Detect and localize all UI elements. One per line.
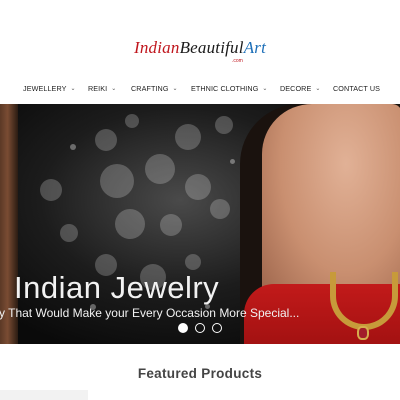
slider-dot-2[interactable] [195, 323, 205, 333]
chevron-down-icon: ⌄ [315, 86, 321, 92]
slider-pagination [178, 323, 222, 333]
bokeh-light [175, 124, 201, 150]
featured-products-heading: Featured Products [137, 366, 263, 381]
product-card[interactable] [0, 390, 88, 400]
chevron-down-icon: ⌄ [111, 86, 117, 92]
bokeh-light [215, 116, 233, 134]
site-logo[interactable]: IndianBeautifulArt [0, 38, 400, 58]
bokeh-light [125, 114, 139, 128]
bokeh-light [115, 209, 145, 239]
nav-item-label: Jewellery [23, 84, 67, 93]
nav-item-jewellery[interactable]: Jewellery ⌄ [23, 84, 76, 93]
chevron-down-icon: ⌄ [172, 86, 178, 92]
chevron-down-icon: ⌄ [262, 86, 268, 92]
nav-item-decore[interactable]: Decore ⌄ [280, 84, 321, 93]
bokeh-light [60, 224, 78, 242]
bokeh-light [40, 179, 62, 201]
logo-part-art: Art [243, 38, 267, 57]
slide-subtitle: y That Would Make your Every Occasion Mo… [0, 306, 300, 320]
slider-dot-1[interactable] [178, 323, 188, 333]
slide-title: Indian Jewelry [14, 270, 220, 305]
nav-item-label: Contact Us [333, 84, 381, 93]
logo-part-indian: Indian [133, 38, 180, 57]
logo-part-beautiful: Beautiful [179, 38, 244, 57]
nav-item-label: Reiki [88, 84, 108, 93]
logo-domain-suffix: .com [232, 58, 243, 64]
main-navigation: Jewellery ⌄ Reiki ⌄ Crafting ⌄ Ethnic Cl… [0, 84, 400, 96]
nav-item-label: Crafting [131, 84, 169, 93]
bokeh-light [185, 254, 201, 270]
bokeh-light [70, 144, 76, 150]
nav-item-contact-us[interactable]: Contact Us [333, 84, 380, 93]
nav-item-label: Ethnic Clothing [191, 84, 259, 93]
bokeh-light [160, 214, 182, 236]
bokeh-light [95, 129, 117, 151]
bokeh-light [100, 164, 134, 198]
bokeh-light [230, 159, 235, 164]
necklace-pendant [357, 326, 369, 340]
nav-item-reiki[interactable]: Reiki ⌄ [88, 84, 116, 93]
bokeh-light [185, 174, 211, 200]
nav-item-ethnic-clothing[interactable]: Ethnic Clothing ⌄ [191, 84, 268, 93]
bokeh-light [145, 154, 175, 184]
chevron-down-icon: ⌄ [70, 86, 76, 92]
bokeh-light [210, 199, 230, 219]
nav-item-crafting[interactable]: Crafting ⌄ [131, 84, 178, 93]
slider-dot-3[interactable] [212, 323, 222, 333]
nav-item-label: Decore [280, 84, 312, 93]
